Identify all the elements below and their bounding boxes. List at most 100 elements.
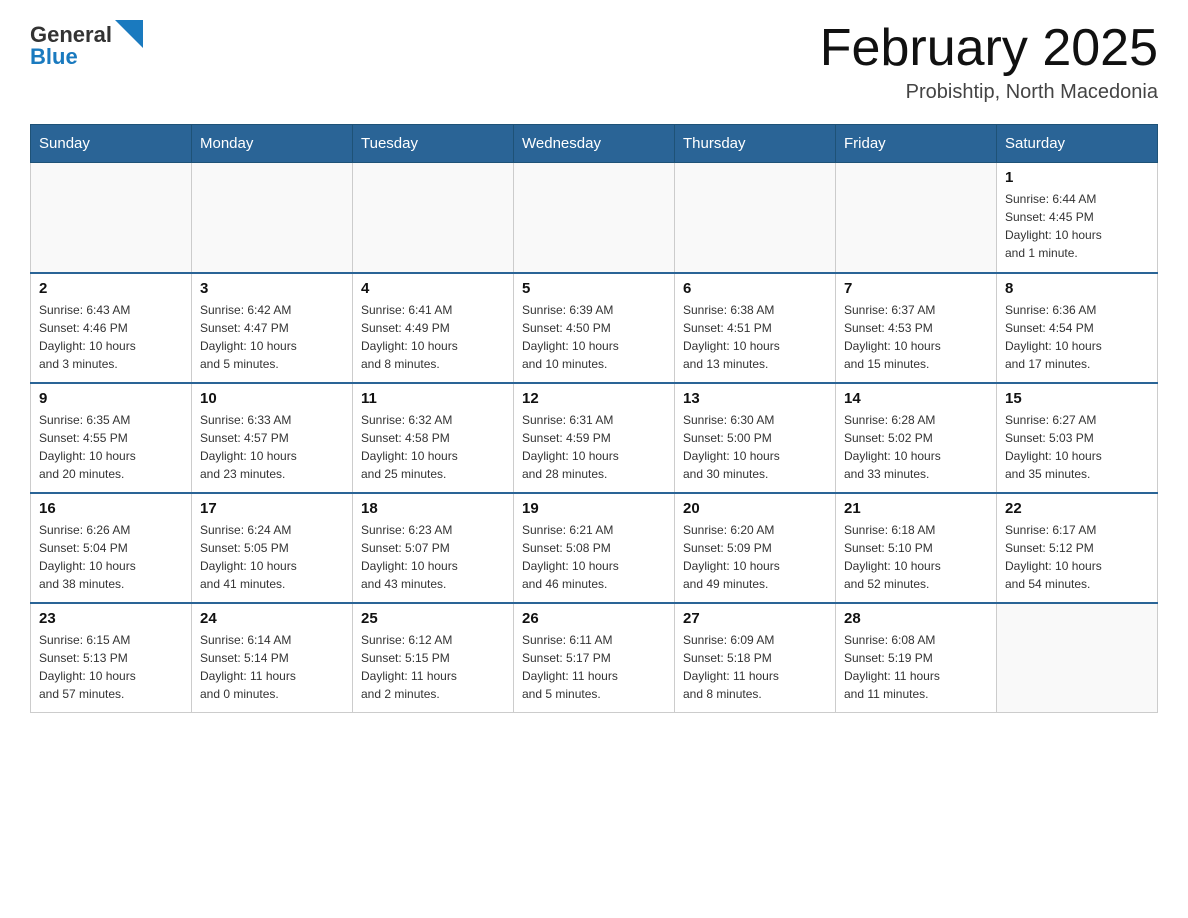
logo-triangle-icon — [115, 20, 143, 48]
day-number: 28 — [844, 610, 988, 627]
day-number: 7 — [844, 280, 988, 297]
day-number: 8 — [1005, 280, 1149, 297]
calendar-cell: 5 Sunrise: 6:39 AMSunset: 4:50 PMDaylight… — [514, 273, 675, 383]
day-number: 22 — [1005, 500, 1149, 517]
day-number: 16 — [39, 500, 183, 517]
logo: General Blue — [30, 20, 143, 70]
week-row-4: 16 Sunrise: 6:26 AMSunset: 5:04 PMDayligh… — [31, 493, 1158, 603]
day-header-tuesday: Tuesday — [353, 125, 514, 163]
day-info: Sunrise: 6:30 AMSunset: 5:00 PMDaylight:… — [683, 411, 827, 483]
calendar-cell: 1 Sunrise: 6:44 AMSunset: 4:45 PMDaylight… — [997, 163, 1158, 273]
day-info: Sunrise: 6:15 AMSunset: 5:13 PMDaylight:… — [39, 631, 183, 703]
calendar-cell: 19 Sunrise: 6:21 AMSunset: 5:08 PMDayligh… — [514, 493, 675, 603]
day-number: 14 — [844, 390, 988, 407]
day-number: 27 — [683, 610, 827, 627]
day-info: Sunrise: 6:23 AMSunset: 5:07 PMDaylight:… — [361, 521, 505, 593]
day-number: 12 — [522, 390, 666, 407]
page-header: General Blue February 2025 Probishtip, N… — [30, 20, 1158, 104]
calendar-cell — [353, 163, 514, 273]
day-number: 4 — [361, 280, 505, 297]
calendar-cell: 16 Sunrise: 6:26 AMSunset: 5:04 PMDayligh… — [31, 493, 192, 603]
calendar-cell: 11 Sunrise: 6:32 AMSunset: 4:58 PMDayligh… — [353, 383, 514, 493]
day-number: 10 — [200, 390, 344, 407]
day-number: 26 — [522, 610, 666, 627]
calendar-title: February 2025 — [820, 20, 1158, 77]
calendar-cell: 9 Sunrise: 6:35 AMSunset: 4:55 PMDaylight… — [31, 383, 192, 493]
calendar-subtitle: Probishtip, North Macedonia — [820, 81, 1158, 104]
calendar-cell: 25Sunrise: 6:12 AMSunset: 5:15 PMDayligh… — [353, 603, 514, 713]
day-info: Sunrise: 6:08 AMSunset: 5:19 PMDaylight:… — [844, 631, 988, 703]
day-number: 23 — [39, 610, 183, 627]
calendar-cell: 2Sunrise: 6:43 AMSunset: 4:46 PMDaylight… — [31, 273, 192, 383]
day-number: 13 — [683, 390, 827, 407]
day-info: Sunrise: 6:18 AMSunset: 5:10 PMDaylight:… — [844, 521, 988, 593]
calendar-cell: 22Sunrise: 6:17 AMSunset: 5:12 PMDayligh… — [997, 493, 1158, 603]
day-number: 2 — [39, 280, 183, 297]
calendar-cell — [836, 163, 997, 273]
day-number: 21 — [844, 500, 988, 517]
day-info: Sunrise: 6:38 AMSunset: 4:51 PMDaylight:… — [683, 301, 827, 373]
header-row: SundayMondayTuesdayWednesdayThursdayFrid… — [31, 125, 1158, 163]
calendar-cell: 12 Sunrise: 6:31 AMSunset: 4:59 PMDayligh… — [514, 383, 675, 493]
day-info: Sunrise: 6:33 AMSunset: 4:57 PMDaylight:… — [200, 411, 344, 483]
day-info: Sunrise: 6:35 AMSunset: 4:55 PMDaylight:… — [39, 411, 183, 483]
day-number: 9 — [39, 390, 183, 407]
calendar-cell: 26 Sunrise: 6:11 AMSunset: 5:17 PMDayligh… — [514, 603, 675, 713]
day-header-thursday: Thursday — [675, 125, 836, 163]
day-info: Sunrise: 6:42 AMSunset: 4:47 PMDaylight:… — [200, 301, 344, 373]
week-row-1: 1 Sunrise: 6:44 AMSunset: 4:45 PMDaylight… — [31, 163, 1158, 273]
day-number: 24 — [200, 610, 344, 627]
day-info: Sunrise: 6:44 AMSunset: 4:45 PMDaylight:… — [1005, 190, 1149, 262]
day-number: 17 — [200, 500, 344, 517]
day-number: 3 — [200, 280, 344, 297]
day-info: Sunrise: 6:39 AMSunset: 4:50 PMDaylight:… — [522, 301, 666, 373]
day-info: Sunrise: 6:24 AMSunset: 5:05 PMDaylight:… — [200, 521, 344, 593]
day-info: Sunrise: 6:21 AMSunset: 5:08 PMDaylight:… — [522, 521, 666, 593]
calendar-cell: 18 Sunrise: 6:23 AMSunset: 5:07 PMDayligh… — [353, 493, 514, 603]
calendar-cell — [675, 163, 836, 273]
day-header-monday: Monday — [192, 125, 353, 163]
calendar-cell: 15 Sunrise: 6:27 AMSunset: 5:03 PMDayligh… — [997, 383, 1158, 493]
day-number: 6 — [683, 280, 827, 297]
calendar-cell: 27Sunrise: 6:09 AMSunset: 5:18 PMDayligh… — [675, 603, 836, 713]
title-block: February 2025 Probishtip, North Macedoni… — [820, 20, 1158, 104]
calendar-cell: 6 Sunrise: 6:38 AMSunset: 4:51 PMDaylight… — [675, 273, 836, 383]
day-header-saturday: Saturday — [997, 125, 1158, 163]
calendar-cell: 21 Sunrise: 6:18 AMSunset: 5:10 PMDayligh… — [836, 493, 997, 603]
day-info: Sunrise: 6:41 AMSunset: 4:49 PMDaylight:… — [361, 301, 505, 373]
week-row-5: 23 Sunrise: 6:15 AMSunset: 5:13 PMDayligh… — [31, 603, 1158, 713]
day-info: Sunrise: 6:27 AMSunset: 5:03 PMDaylight:… — [1005, 411, 1149, 483]
calendar-table: SundayMondayTuesdayWednesdayThursdayFrid… — [30, 124, 1158, 713]
day-number: 18 — [361, 500, 505, 517]
day-info: Sunrise: 6:31 AMSunset: 4:59 PMDaylight:… — [522, 411, 666, 483]
day-info: Sunrise: 6:20 AMSunset: 5:09 PMDaylight:… — [683, 521, 827, 593]
day-info: Sunrise: 6:12 AMSunset: 5:15 PMDaylight:… — [361, 631, 505, 703]
day-info: Sunrise: 6:37 AMSunset: 4:53 PMDaylight:… — [844, 301, 988, 373]
calendar-cell: 8 Sunrise: 6:36 AMSunset: 4:54 PMDaylight… — [997, 273, 1158, 383]
calendar-cell: 14 Sunrise: 6:28 AMSunset: 5:02 PMDayligh… — [836, 383, 997, 493]
day-number: 5 — [522, 280, 666, 297]
week-row-2: 2Sunrise: 6:43 AMSunset: 4:46 PMDaylight… — [31, 273, 1158, 383]
day-info: Sunrise: 6:11 AMSunset: 5:17 PMDaylight:… — [522, 631, 666, 703]
day-info: Sunrise: 6:36 AMSunset: 4:54 PMDaylight:… — [1005, 301, 1149, 373]
day-number: 11 — [361, 390, 505, 407]
day-number: 19 — [522, 500, 666, 517]
calendar-cell — [31, 163, 192, 273]
calendar-cell: 3 Sunrise: 6:42 AMSunset: 4:47 PMDaylight… — [192, 273, 353, 383]
calendar-cell: 13 Sunrise: 6:30 AMSunset: 5:00 PMDayligh… — [675, 383, 836, 493]
day-info: Sunrise: 6:28 AMSunset: 5:02 PMDaylight:… — [844, 411, 988, 483]
calendar-cell — [192, 163, 353, 273]
day-header-friday: Friday — [836, 125, 997, 163]
day-number: 15 — [1005, 390, 1149, 407]
calendar-cell: 20Sunrise: 6:20 AMSunset: 5:09 PMDayligh… — [675, 493, 836, 603]
calendar-cell: 17 Sunrise: 6:24 AMSunset: 5:05 PMDayligh… — [192, 493, 353, 603]
calendar-cell — [514, 163, 675, 273]
day-header-sunday: Sunday — [31, 125, 192, 163]
calendar-cell: 24Sunrise: 6:14 AMSunset: 5:14 PMDayligh… — [192, 603, 353, 713]
calendar-cell: 7 Sunrise: 6:37 AMSunset: 4:53 PMDaylight… — [836, 273, 997, 383]
calendar-cell: 28 Sunrise: 6:08 AMSunset: 5:19 PMDayligh… — [836, 603, 997, 713]
calendar-cell: 10 Sunrise: 6:33 AMSunset: 4:57 PMDayligh… — [192, 383, 353, 493]
day-number: 1 — [1005, 169, 1149, 186]
day-info: Sunrise: 6:26 AMSunset: 5:04 PMDaylight:… — [39, 521, 183, 593]
day-info: Sunrise: 6:32 AMSunset: 4:58 PMDaylight:… — [361, 411, 505, 483]
